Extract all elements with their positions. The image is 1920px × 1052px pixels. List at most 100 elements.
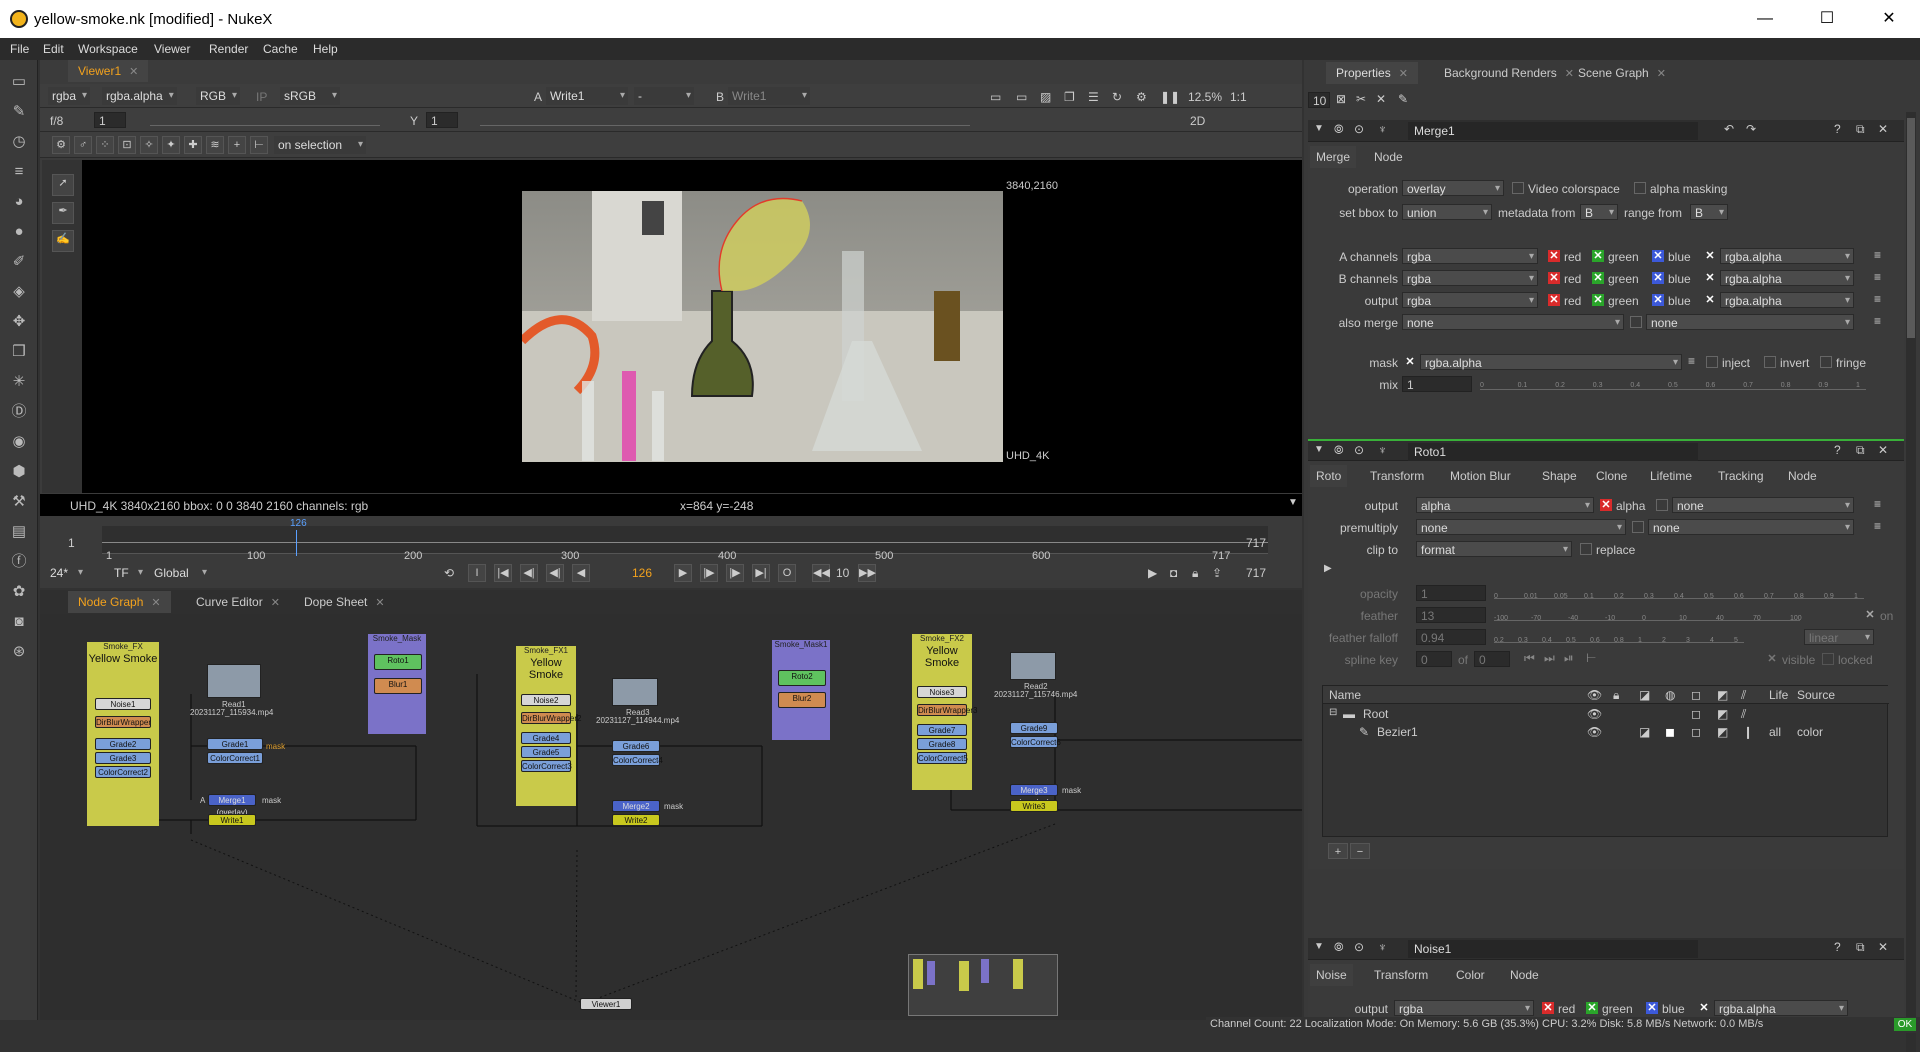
node-merge2[interactable]: Merge2 (overlay) — [612, 800, 660, 823]
also-menu-icon[interactable]: ≡ — [1874, 314, 1881, 328]
overlay-icon[interactable]: ◻ — [1691, 707, 1701, 721]
out-green-checkbox[interactable]: ✕ — [1592, 294, 1604, 306]
out-blue-checkbox[interactable]: ✕ — [1652, 294, 1664, 306]
feather-falloff-field[interactable]: 0.94 — [1416, 629, 1486, 645]
tab-shape[interactable]: Shape — [1536, 465, 1583, 487]
backdrop-smoke-mask1[interactable]: Smoke_Mask1 — [772, 640, 830, 740]
lock-panel-icon[interactable]: ⊠ — [1336, 92, 1346, 106]
b-alpha-dropdown[interactable]: rgba.alpha — [1720, 270, 1854, 287]
close-tab-icon[interactable]: ✕ — [1399, 68, 1408, 80]
select-tool-icon[interactable]: ➚ — [52, 174, 74, 196]
visible-checkbox[interactable]: ✕ — [1766, 653, 1778, 665]
display-dropdown[interactable]: RGB — [196, 87, 241, 105]
node-grade8[interactable]: Grade8 — [917, 738, 967, 750]
out-point-button[interactable]: O — [778, 564, 796, 582]
next-frame-button[interactable]: |▶ — [700, 564, 718, 582]
node-graph-canvas[interactable]: Smoke_FX Yellow Smoke Noise1 DirBlurWrapp… — [40, 614, 1302, 1020]
node-roto1[interactable]: Roto1 — [374, 654, 422, 670]
pause-icon[interactable]: ❚❚ — [1160, 90, 1180, 104]
noise-alpha-checkbox[interactable]: ✕ — [1698, 1002, 1710, 1014]
menu-cache[interactable]: Cache — [263, 42, 298, 56]
help-icon[interactable]: ? — [1834, 122, 1841, 136]
roto-output-menu-icon[interactable]: ≡ — [1874, 497, 1881, 511]
tab-node[interactable]: Node — [1782, 465, 1823, 487]
node-blur1[interactable]: Blur1 — [374, 678, 422, 694]
skip-back-button[interactable]: ◀◀ — [812, 564, 830, 582]
flipbook-icon[interactable]: ▶ — [1148, 566, 1157, 580]
link-icon[interactable]: ⊢ — [250, 136, 268, 154]
image-tool-icon[interactable]: ▭ — [9, 72, 29, 92]
invert-checkbox[interactable] — [1764, 356, 1776, 368]
prev-key-icon[interactable]: ⏮ — [1524, 651, 1535, 666]
tree-row-bezier1[interactable]: ✎ Bezier1 👁︎ ◪ ◼ ◻ ◩ ❙ all color — [1323, 724, 1889, 740]
select-icon[interactable]: ♂ — [74, 136, 92, 154]
tab-scene-graph[interactable]: Scene Graph ✕ — [1568, 62, 1676, 84]
close-properties-icon[interactable]: ✕ — [1878, 940, 1888, 954]
noise-blue-checkbox[interactable]: ✕ — [1646, 1002, 1658, 1014]
channels-dropdown[interactable]: rgba — [48, 87, 91, 105]
roto-output-dropdown[interactable]: alpha — [1416, 497, 1594, 514]
backdrop-smoke-fx[interactable]: Smoke_FX Yellow Smoke — [87, 642, 159, 826]
motion-blur-icon[interactable]: ≋ — [206, 136, 224, 154]
visible-icon[interactable]: 👁︎ — [1587, 725, 1602, 739]
overlay-icon[interactable]: ❐ — [1064, 90, 1075, 104]
premultiply-checkbox[interactable] — [1632, 521, 1644, 533]
node-color-icon[interactable]: ♆ — [1378, 122, 1387, 136]
bezier-tool-icon[interactable]: ✒ — [52, 202, 74, 224]
backdrop-smoke-fx1[interactable]: Smoke_FX1 Yellow Smoke — [516, 646, 576, 806]
node-dirblur1[interactable]: DirBlurWrapper — [95, 716, 151, 728]
loop-icon[interactable]: ⟲ — [444, 566, 454, 580]
3d-tool-icon[interactable]: ❒ — [9, 342, 29, 362]
prev-frame-button[interactable]: ◀| — [546, 564, 564, 582]
ratio-value[interactable]: 1:1 — [1230, 90, 1247, 104]
a-blue-checkbox[interactable]: ✕ — [1652, 250, 1664, 262]
b-menu-icon[interactable]: ≡ — [1874, 270, 1881, 284]
node-grade1[interactable]: Grade1 — [207, 738, 263, 750]
play-forward-button[interactable]: ▶ — [674, 564, 692, 582]
metadata-dropdown[interactable]: B — [1580, 204, 1618, 221]
b-red-checkbox[interactable]: ✕ — [1548, 272, 1560, 284]
noise-name-field[interactable]: Noise1 — [1408, 940, 1698, 958]
tree-lock-icon[interactable]: 🔒︎ — [1613, 688, 1619, 703]
clip-to-dropdown[interactable]: format — [1416, 541, 1572, 558]
channel-tool-icon[interactable]: ≡ — [9, 162, 29, 182]
on-selection-dropdown[interactable]: on selection — [274, 136, 366, 154]
close-tab-icon[interactable]: ✕ — [1657, 68, 1666, 80]
a-alpha-checkbox[interactable]: ✕ — [1704, 250, 1716, 262]
views-tool-icon[interactable]: ◉ — [9, 432, 29, 452]
add-points-icon[interactable]: + — [228, 136, 246, 154]
node-viewer1[interactable]: Viewer1 — [580, 998, 632, 1010]
menu-help[interactable]: Help — [313, 42, 338, 56]
node-colorcorrect5[interactable]: ColorCorrect5 — [917, 752, 968, 764]
tab-merge[interactable]: Merge — [1310, 146, 1357, 168]
node-noise2[interactable]: Noise2 — [521, 694, 571, 706]
tab-roto[interactable]: Roto — [1310, 465, 1348, 487]
tab-motion-blur[interactable]: Motion Blur — [1444, 465, 1517, 487]
alpha-dropdown[interactable]: rgba.alpha — [102, 87, 177, 105]
locked-checkbox[interactable] — [1822, 653, 1834, 665]
merge-name-field[interactable]: Merge1 — [1408, 122, 1698, 140]
proxy-icon[interactable]: ▭ — [1016, 90, 1027, 104]
noise-alpha-dropdown[interactable]: rgba.alpha — [1714, 1000, 1848, 1017]
keyer-tool-icon[interactable]: ✐ — [9, 252, 29, 272]
plugins-tool-icon[interactable]: ✿ — [9, 582, 29, 602]
tree-overlay-icon[interactable]: ◻ — [1691, 688, 1701, 702]
minimize-button[interactable]: — — [1742, 6, 1788, 32]
fstop-value[interactable]: f/8 — [50, 114, 63, 128]
opacity-field[interactable]: 1 — [1416, 585, 1486, 601]
node-color-icon[interactable]: ♆ — [1378, 443, 1387, 457]
tab-viewer1[interactable]: Viewer1 ✕ — [68, 60, 149, 82]
lut-icon[interactable]: ⚙ — [1136, 90, 1147, 104]
node-write1[interactable]: Write1 — [208, 814, 256, 826]
reset-key-icon[interactable]: ⊢ — [1586, 651, 1596, 665]
roto-alpha-checkbox[interactable]: ✕ — [1600, 499, 1612, 511]
ip-toggle[interactable]: IP — [256, 90, 267, 104]
transform-box-icon[interactable]: ✚ — [184, 136, 202, 154]
help-icon[interactable]: ? — [1834, 940, 1841, 954]
filter-tool-icon[interactable]: ● — [9, 222, 29, 242]
alpha-masking-checkbox[interactable] — [1634, 182, 1646, 194]
tab-curve-editor[interactable]: Curve Editor ✕ — [186, 591, 290, 613]
node-grade4[interactable]: Grade4 — [521, 732, 571, 744]
render-icon[interactable]: ◘ — [1170, 566, 1177, 580]
node-colorcorrect2[interactable]: ColorCorrect2 — [95, 766, 151, 778]
